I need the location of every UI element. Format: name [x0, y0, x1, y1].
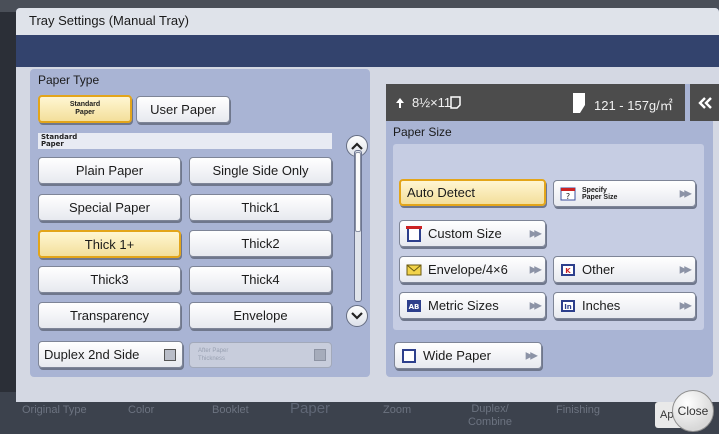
- paper-weight-icon: [573, 93, 585, 113]
- paper-type-special-label: Special Paper: [69, 200, 150, 215]
- tab-standard-paper-label: Standard Paper: [69, 101, 101, 116]
- auto-detect-button[interactable]: Auto Detect: [399, 179, 546, 206]
- custom-size-icon: [406, 225, 422, 242]
- paper-type-thick4[interactable]: Thick4: [189, 266, 332, 293]
- tab-user-paper[interactable]: User Paper: [136, 96, 230, 123]
- paper-type-thick2[interactable]: Thick2: [189, 230, 332, 257]
- inches-button[interactable]: In Inches ▶▶: [553, 292, 696, 319]
- paper-type-transparency-label: Transparency: [70, 308, 149, 323]
- paper-type-plain-label: Plain Paper: [75, 163, 144, 178]
- paper-type-single-side-only-label: Single Side Only: [212, 163, 309, 178]
- paper-type-thick1-plus-label: Thick 1+: [84, 236, 135, 252]
- dialog-title: Tray Settings (Manual Tray): [29, 13, 189, 28]
- chevron-down-icon: [351, 312, 363, 320]
- paper-type-envelope[interactable]: Envelope: [189, 302, 332, 329]
- subheader-label: Standard Paper: [41, 133, 78, 148]
- other-arrow-icon: ▶▶: [679, 264, 693, 275]
- wide-paper-arrow-icon: ▶▶: [525, 350, 539, 361]
- paper-weight-value: 121 - 157g/㎡: [594, 98, 673, 113]
- dialog-header-band: [16, 35, 719, 67]
- paper-type-transparency[interactable]: Transparency: [38, 302, 181, 329]
- bg-tab-color: Color: [128, 404, 155, 416]
- paper-type-plain[interactable]: Plain Paper: [38, 157, 181, 184]
- envelope-4x6-button[interactable]: Envelope/4×6 ▶▶: [399, 256, 546, 283]
- paper-type-envelope-label: Envelope: [233, 308, 288, 323]
- envelope-arrow-icon: ▶▶: [529, 264, 543, 275]
- specify-paper-size-button[interactable]: ? Specify Paper Size ▶▶: [553, 180, 696, 207]
- envelope-4x6-label: Envelope/4×6: [428, 262, 508, 277]
- metric-sizes-button[interactable]: AB Metric Sizes ▶▶: [399, 292, 546, 319]
- paper-size-value: 8½×11: [412, 95, 452, 110]
- bg-tab-finishing: Finishing: [556, 404, 601, 416]
- standard-paper-subheader: Standard Paper: [38, 133, 332, 149]
- duplex-2nd-side-label: Duplex 2nd Side: [44, 347, 140, 362]
- other-size-icon: K: [560, 263, 576, 277]
- duplex-checkbox[interactable]: [164, 349, 176, 361]
- inches-icon: In: [560, 299, 576, 313]
- custom-size-label: Custom Size: [428, 226, 502, 241]
- wide-paper-label: Wide Paper: [423, 348, 491, 363]
- paper-type-thick3[interactable]: Thick3: [38, 266, 181, 293]
- paper-type-thick1[interactable]: Thick1: [189, 194, 332, 221]
- paper-size-label: Paper Size: [393, 125, 452, 139]
- paper-orientation-icon: [450, 96, 461, 109]
- paper-type-label: Paper Type: [38, 73, 100, 87]
- auto-detect-label: Auto Detect: [407, 185, 475, 200]
- bg-tab-paper: Paper: [290, 400, 331, 417]
- close-label: Close: [677, 404, 709, 418]
- after-paper-checkbox: [314, 349, 326, 361]
- paper-type-thick1-label: Thick1: [241, 200, 280, 215]
- custom-size-button[interactable]: Custom Size ▶▶: [399, 220, 546, 247]
- paper-type-thick2-label: Thick2: [241, 236, 280, 251]
- metric-sizes-icon: AB: [406, 299, 422, 313]
- paper-status-bar: 8½×11 121 - 157g/㎡: [386, 84, 685, 121]
- bg-tab-duplex: Duplex/ Combine: [467, 403, 513, 428]
- paper-type-single-side-only[interactable]: Single Side Only: [189, 157, 332, 184]
- bg-tab-original-type: Original Type: [22, 404, 87, 416]
- scroll-down-button[interactable]: [346, 305, 368, 327]
- svg-text:AB: AB: [409, 303, 420, 311]
- paper-type-thick1-plus[interactable]: Thick 1+: [38, 230, 181, 258]
- bg-tab-booklet: Booklet: [212, 404, 249, 416]
- chevron-up-icon: [351, 142, 363, 150]
- collapse-panel-button[interactable]: [690, 84, 719, 121]
- svg-text:K: K: [565, 267, 571, 275]
- scrollbar-thumb[interactable]: [355, 152, 361, 232]
- after-paper-thickness-label: After Paper Thickness: [198, 348, 229, 362]
- wide-paper-button[interactable]: Wide Paper ▶▶: [394, 342, 542, 369]
- double-chevron-left-icon: [697, 96, 712, 109]
- inches-label: Inches: [582, 298, 621, 313]
- metric-arrow-icon: ▶▶: [529, 300, 543, 311]
- specify-paper-size-label: Specify Paper Size: [582, 186, 618, 201]
- close-button[interactable]: Close: [672, 390, 714, 432]
- tab-user-paper-label: User Paper: [150, 102, 216, 117]
- svg-text:In: In: [564, 303, 572, 311]
- svg-text:?: ?: [566, 192, 570, 201]
- wide-paper-icon: [401, 348, 417, 363]
- envelope-icon: [406, 263, 422, 277]
- specify-size-icon: ?: [560, 187, 576, 201]
- paper-type-special[interactable]: Special Paper: [38, 194, 181, 221]
- duplex-2nd-side-button[interactable]: Duplex 2nd Side: [38, 341, 183, 368]
- metric-sizes-label: Metric Sizes: [428, 298, 499, 313]
- inches-arrow-icon: ▶▶: [679, 300, 693, 311]
- paper-type-thick4-label: Thick4: [241, 272, 280, 287]
- custom-arrow-icon: ▶▶: [529, 228, 543, 239]
- dialog-title-bar: Tray Settings (Manual Tray): [16, 8, 719, 35]
- paper-type-thick3-label: Thick3: [90, 272, 129, 287]
- specify-arrow-icon: ▶▶: [679, 188, 693, 199]
- other-size-button[interactable]: K Other ▶▶: [553, 256, 696, 283]
- tab-standard-paper[interactable]: Standard Paper: [38, 95, 132, 123]
- after-paper-thickness-button: After Paper Thickness: [189, 342, 332, 368]
- feed-direction-icon: [396, 98, 404, 108]
- other-size-label: Other: [582, 262, 615, 277]
- bg-tab-zoom: Zoom: [383, 404, 412, 416]
